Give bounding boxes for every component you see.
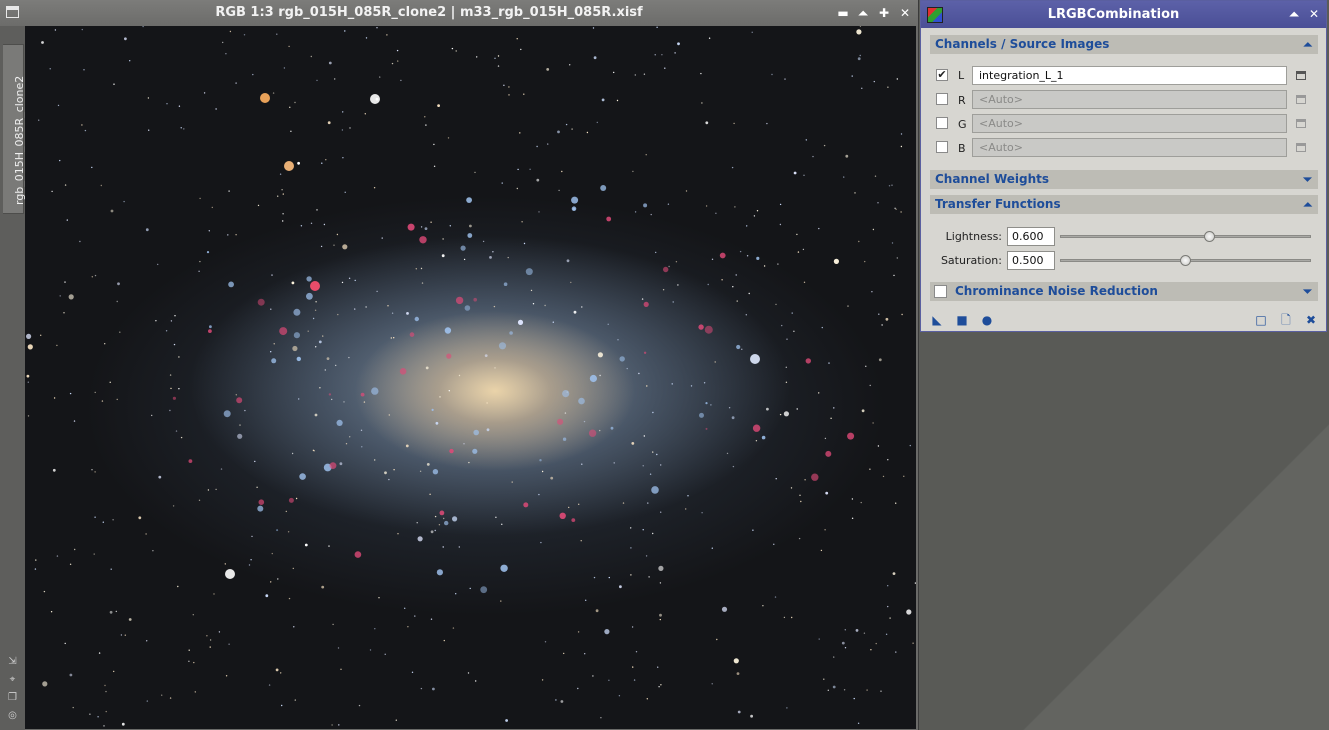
- saturation-label: Saturation:: [940, 254, 1002, 267]
- chroma-nr-checkbox[interactable]: [934, 285, 947, 298]
- section-transfer-label: Transfer Functions: [935, 197, 1061, 211]
- channel-b-checkbox[interactable]: [936, 141, 948, 153]
- section-transfer-functions[interactable]: Transfer Functions ⏶: [930, 195, 1318, 214]
- channel-b-source[interactable]: <Auto>: [972, 138, 1287, 157]
- collapse-icon[interactable]: ⏶: [1303, 195, 1312, 214]
- workspace-background: [920, 333, 1329, 730]
- channel-r-checkbox[interactable]: [936, 93, 948, 105]
- reset-icon[interactable]: ✖: [1305, 314, 1317, 326]
- channel-l-letter: L: [958, 69, 965, 82]
- panel-shade-button[interactable]: ⏶: [1285, 5, 1303, 23]
- channel-l-checkbox[interactable]: ✔: [936, 69, 948, 81]
- image-window: RGB 1:3 rgb_015H_085R_clone2 | m33_rgb_0…: [0, 0, 919, 730]
- view-identifier-tab[interactable]: rgb_015H_085R_clone2: [3, 44, 26, 214]
- lrgb-combination-panel: LRGBCombination ⏶ ✕ Channels / Source Im…: [920, 0, 1327, 332]
- star-field: [26, 26, 916, 727]
- section-channels[interactable]: Channels / Source Images ⏶: [930, 35, 1318, 54]
- saturation-slider[interactable]: [1060, 255, 1311, 266]
- edit-instance-icon[interactable]: 🗋: [1280, 314, 1292, 326]
- apply-global-icon[interactable]: ■: [956, 314, 968, 326]
- expand-icon[interactable]: ⏷: [1303, 170, 1312, 189]
- lightness-slider[interactable]: [1060, 231, 1311, 242]
- maximize-button[interactable]: ✚: [875, 4, 893, 22]
- channel-g-letter: G: [958, 118, 967, 131]
- minimize-button[interactable]: ⏶: [854, 4, 872, 22]
- channel-g-checkbox[interactable]: [936, 117, 948, 129]
- clone-view-icon[interactable]: ❐: [7, 692, 18, 703]
- close-button[interactable]: ✕: [896, 4, 914, 22]
- section-chroma-label: Chrominance Noise Reduction: [955, 284, 1158, 298]
- channel-r-source[interactable]: <Auto>: [972, 90, 1287, 109]
- image-window-titlebar[interactable]: RGB 1:3 rgb_015H_085R_clone2 | m33_rgb_0…: [0, 0, 918, 26]
- channel-l-select-view-icon[interactable]: [1296, 71, 1306, 80]
- lightness-slider-thumb[interactable]: [1204, 231, 1216, 242]
- image-side-bar: rgb_015H_085R_clone2 ⇲ ⌖ ❐ ◎: [0, 26, 26, 730]
- section-chrominance-noise-reduction[interactable]: Chrominance Noise Reduction ⏷: [930, 282, 1318, 301]
- section-channel-weights[interactable]: Channel Weights ⏷: [930, 170, 1318, 189]
- new-instance-icon[interactable]: ◣: [931, 314, 943, 326]
- galaxy-image[interactable]: [25, 26, 916, 729]
- execute-icon[interactable]: ●: [981, 314, 993, 326]
- lightness-label: Lightness:: [945, 230, 1002, 243]
- channel-g-source[interactable]: <Auto>: [972, 114, 1287, 133]
- channel-b-letter: B: [958, 142, 966, 155]
- channel-r-letter: R: [958, 94, 966, 107]
- channel-b-select-view-icon[interactable]: [1296, 143, 1306, 152]
- shade-button[interactable]: ▬: [834, 4, 852, 22]
- channel-g-select-view-icon[interactable]: [1296, 119, 1306, 128]
- fit-view-icon[interactable]: ⇲: [7, 656, 18, 667]
- panel-titlebar[interactable]: LRGBCombination ⏶ ✕: [921, 1, 1326, 28]
- panel-close-button[interactable]: ✕: [1305, 5, 1323, 23]
- saturation-input[interactable]: 0.500: [1007, 251, 1055, 270]
- channel-r-select-view-icon[interactable]: [1296, 95, 1306, 104]
- channel-l-source[interactable]: integration_L_1: [972, 66, 1287, 85]
- panel-title: LRGBCombination: [1047, 7, 1180, 22]
- saturation-slider-thumb[interactable]: [1179, 255, 1191, 266]
- image-window-title: RGB 1:3 rgb_015H_085R_clone2 | m33_rgb_0…: [215, 5, 643, 20]
- collapse-icon[interactable]: ⏶: [1303, 35, 1312, 54]
- expand-icon[interactable]: ⏷: [1303, 282, 1312, 301]
- mask-icon[interactable]: ◎: [7, 710, 18, 721]
- section-weights-label: Channel Weights: [935, 172, 1050, 186]
- zoom-fit-icon[interactable]: ⌖: [7, 674, 18, 685]
- lightness-input[interactable]: 0.600: [1007, 227, 1055, 246]
- browse-documentation-icon[interactable]: □: [1255, 314, 1267, 326]
- section-channels-label: Channels / Source Images: [935, 37, 1110, 51]
